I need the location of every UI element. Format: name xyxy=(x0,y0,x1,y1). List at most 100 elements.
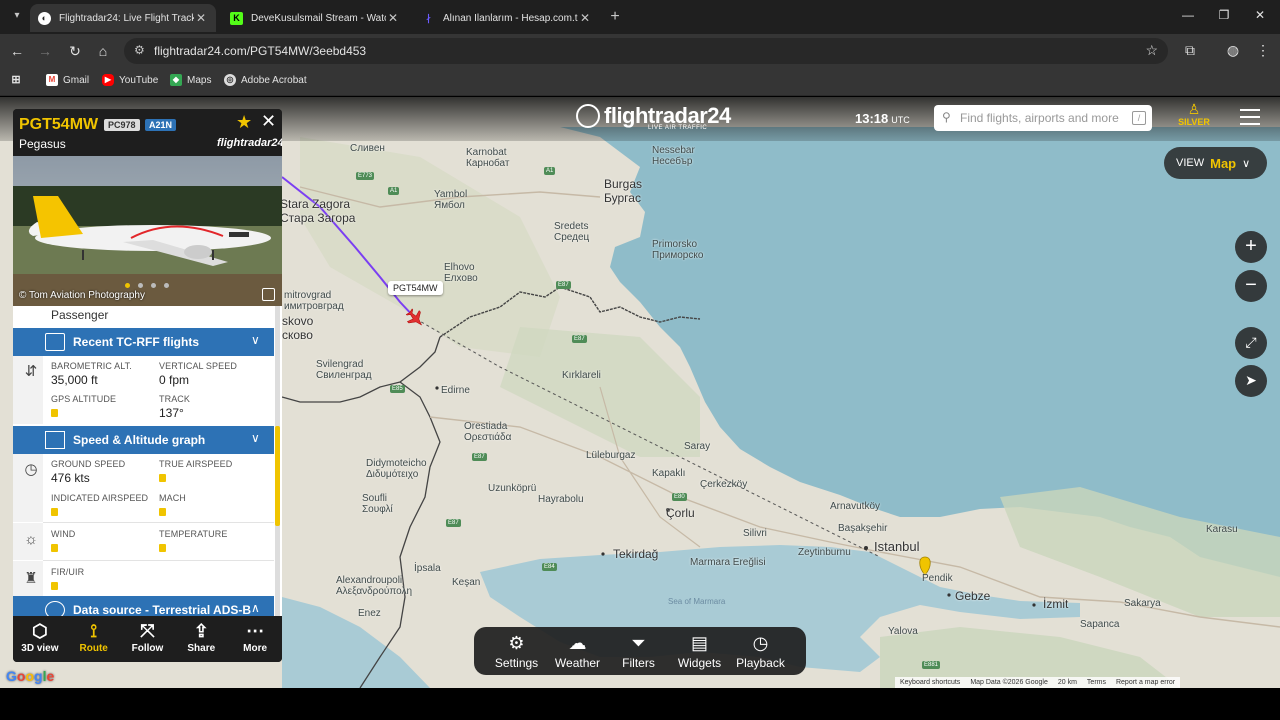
lock-icon[interactable] xyxy=(51,409,58,417)
map-label-alexandroupoli: Alexandroupoli xyxy=(336,575,403,586)
road-shield: E87 xyxy=(572,335,587,343)
flight-panel-header: PGT54MW PC978 A21N Pegasus ★ ✕ flightrad… xyxy=(13,109,282,155)
field-label: GPS ALTITUDE xyxy=(51,394,117,404)
aircraft-photo[interactable]: © Tom Aviation Photography xyxy=(13,156,282,306)
aircraft-map-label[interactable]: PGT54MW xyxy=(388,281,443,295)
tab-hesap[interactable]: ∤ Alınan İlanlarım - Hesap.com.tr ✕ xyxy=(414,4,600,32)
bookmark-maps[interactable]: ◆ Maps xyxy=(170,74,211,86)
google-logo: Google xyxy=(6,668,55,684)
speed-group: ◷ GROUND SPEED 476 kts TRUE AIRSPEED IND… xyxy=(13,454,274,522)
wind: WIND xyxy=(51,529,75,557)
map-label-ipsala: İpsala xyxy=(414,563,441,574)
flight-number-badge[interactable]: PC978 xyxy=(104,119,140,131)
widgets-button[interactable]: ▤ Widgets xyxy=(669,627,730,675)
settings-button[interactable]: ⚙ Settings xyxy=(486,627,547,675)
map-label-sakarya: Sakarya xyxy=(1124,598,1161,609)
action-label: 3D view xyxy=(21,643,59,654)
locate-me-button[interactable]: ➤ xyxy=(1235,365,1267,397)
terms-link[interactable]: Terms xyxy=(1082,677,1111,688)
new-tab-icon[interactable]: + xyxy=(606,8,624,26)
speed-altitude-graph-section[interactable]: Speed & Altitude graph ∨ xyxy=(13,426,274,454)
lock-icon[interactable] xyxy=(51,582,58,590)
panel-scrollbar[interactable] xyxy=(275,306,280,616)
restore-icon[interactable]: ❐ xyxy=(1214,8,1234,22)
close-tab-icon[interactable]: ✕ xyxy=(194,11,208,25)
external-link-icon[interactable] xyxy=(262,288,275,301)
forward-icon[interactable]: → xyxy=(36,42,54,60)
map-label-kesan: Keşan xyxy=(452,577,481,588)
home-icon[interactable]: ⌂ xyxy=(94,42,112,60)
site-info-icon[interactable]: ⚙ xyxy=(134,43,145,57)
url-text[interactable]: flightradar24.com/PGT54MW/3eebd453 xyxy=(154,44,366,58)
tab-kick-stream[interactable]: K DeveKusulsmail Stream - Watch ✕ xyxy=(222,4,408,32)
more-icon: ⋯ xyxy=(246,621,265,641)
hamburger-menu-icon[interactable] xyxy=(1240,109,1262,127)
playback-button[interactable]: ◷ Playback xyxy=(730,627,791,675)
bookmark-gmail[interactable]: M Gmail xyxy=(46,74,89,86)
toolbar-label: Weather xyxy=(554,656,601,670)
aircraft-type-badge[interactable]: A21N xyxy=(145,119,177,131)
report-map-error-link[interactable]: Report a map error xyxy=(1111,677,1180,688)
true-airspeed: TRUE AIRSPEED xyxy=(159,459,232,487)
bookmark-star-icon[interactable]: ☆ xyxy=(1145,42,1158,59)
map-label-stara-zagora: Stara Zagora xyxy=(280,197,351,211)
altitude-icon: ⇵ xyxy=(24,363,38,380)
close-window-icon[interactable]: ✕ xyxy=(1250,8,1270,22)
close-tab-icon[interactable]: ✕ xyxy=(386,11,400,25)
3d-view-button[interactable]: ⬡ 3D view xyxy=(13,616,67,662)
recent-flights-section[interactable]: Recent TC-RFF flights ∨ xyxy=(13,328,274,356)
user-account[interactable]: ♙ SILVER xyxy=(1176,101,1212,127)
lock-icon[interactable] xyxy=(159,474,166,482)
tab-flightradar24[interactable]: ◐ Flightradar24: Live Flight Tracker ✕ xyxy=(30,4,216,32)
fr24-logo[interactable]: flightradar24 LIVE AIR TRAFFIC xyxy=(576,103,731,131)
lock-icon[interactable] xyxy=(159,508,166,516)
back-icon[interactable]: ← xyxy=(8,42,26,60)
road-shield: A1 xyxy=(544,167,556,175)
follow-button[interactable]: ⤧ Follow xyxy=(121,616,175,662)
map-label-svilengrad: Svilengrad xyxy=(316,359,364,370)
bookmark-youtube[interactable]: ▶ YouTube xyxy=(102,74,158,86)
extensions-icon[interactable]: ⧉ xyxy=(1181,42,1199,59)
map-scale[interactable]: 20 km xyxy=(1053,677,1082,688)
close-tab-icon[interactable]: ✕ xyxy=(578,11,592,25)
reload-icon[interactable]: ↻ xyxy=(66,42,84,60)
lock-icon[interactable] xyxy=(51,544,58,552)
view-selector[interactable]: VIEW Map ∨ xyxy=(1164,147,1267,179)
close-icon[interactable]: ✕ xyxy=(261,111,276,132)
view-value: Map xyxy=(1210,155,1237,171)
cube-icon: ⬡ xyxy=(32,621,48,641)
minimize-icon[interactable]: — xyxy=(1178,8,1198,22)
route-button[interactable]: ⟟ Route xyxy=(67,616,121,662)
photo-carousel-dots[interactable] xyxy=(125,283,177,288)
data-source-section[interactable]: Data source - Terrestrial ADS-B ∧ xyxy=(13,596,274,616)
browser-menu-icon[interactable]: ⋮ xyxy=(1254,42,1272,59)
toolbar-label: Widgets xyxy=(677,656,722,670)
weather-button[interactable]: ☁ Weather xyxy=(547,627,608,675)
map-label-zeytinburnu: Zeytinburnu xyxy=(798,547,851,558)
kick-icon: K xyxy=(230,11,243,25)
address-bar[interactable]: ⚙ flightradar24.com/PGT54MW/3eebd453 ☆ xyxy=(124,38,1168,64)
zoom-in-button[interactable]: + xyxy=(1235,231,1267,263)
more-button[interactable]: ⋯ More xyxy=(228,616,282,662)
tab-title: DeveKusulsmail Stream - Watch xyxy=(251,12,386,24)
map-label-haskovo: skovo xyxy=(282,314,314,328)
search-input[interactable] xyxy=(960,109,1128,127)
map-label-sapanca: Sapanca xyxy=(1080,619,1120,630)
map-label-burgas-cyr: Бургас xyxy=(604,191,641,205)
lock-icon[interactable] xyxy=(51,508,58,516)
bookmark-acrobat[interactable]: ◎ Adobe Acrobat xyxy=(224,74,307,86)
lock-icon[interactable] xyxy=(159,544,166,552)
tower-icon: ♜ xyxy=(24,570,38,587)
apps-icon[interactable]: ⊞ xyxy=(10,74,27,86)
share-button[interactable]: ⇪ Share xyxy=(174,616,228,662)
keyboard-shortcuts-link[interactable]: Keyboard shortcuts xyxy=(895,677,965,688)
search-icon: ⚲ xyxy=(942,110,951,124)
filters-button[interactable]: ⏷ Filters xyxy=(608,627,669,675)
profile-icon[interactable]: ◍ xyxy=(1224,42,1242,59)
tab-search-icon[interactable]: ▾ xyxy=(8,7,26,25)
flight-search[interactable]: ⚲ / xyxy=(934,105,1152,131)
fullscreen-button[interactable]: ⤢ xyxy=(1235,327,1267,359)
zoom-out-button[interactable]: − xyxy=(1235,270,1267,302)
fr24-icon: ◐ xyxy=(38,11,51,25)
star-icon[interactable]: ★ xyxy=(236,112,252,133)
